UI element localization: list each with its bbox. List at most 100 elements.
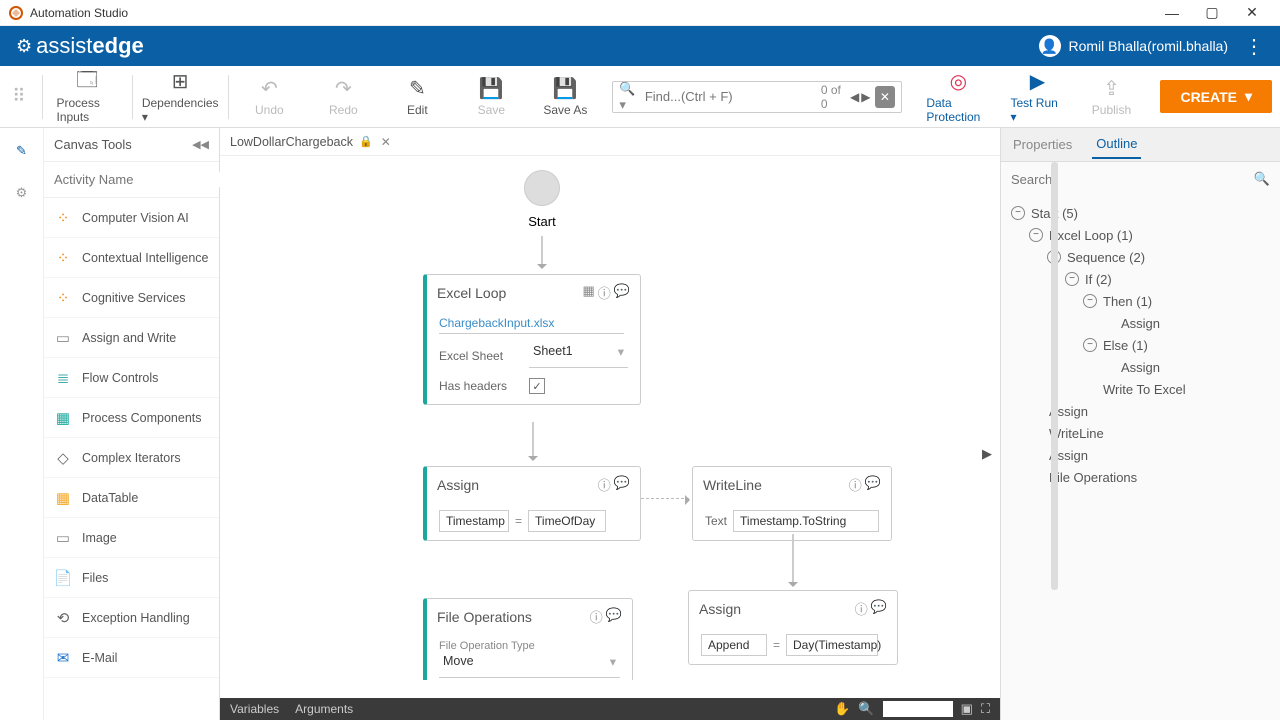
writeline-node[interactable]: WriteLine ⓘ💬 Text Timestamp.ToString [692, 466, 892, 541]
excel-file-link[interactable]: ChargebackInput.xlsx [439, 316, 624, 334]
comment-icon[interactable]: 💬 [614, 475, 630, 494]
apps-grid-icon[interactable]: ⠿ [8, 86, 30, 107]
info-icon[interactable]: ⓘ [598, 283, 611, 302]
pan-icon[interactable]: ✋ [834, 701, 850, 717]
fit-icon[interactable]: ▣ [961, 701, 973, 717]
canvas-tool-item[interactable]: ⁘Computer Vision AI [44, 198, 219, 238]
activity-search-input[interactable] [54, 172, 230, 187]
tree-collapse-icon[interactable]: − [1083, 294, 1097, 308]
minimize-button[interactable]: — [1152, 0, 1192, 26]
canvas-tool-item[interactable]: ✉E-Mail [44, 638, 219, 678]
zoom-input[interactable] [883, 701, 953, 717]
publish-button[interactable]: ⇪ Publish [1076, 73, 1146, 121]
excel-loop-node[interactable]: Excel Loop ▦ⓘ💬 ChargebackInput.xlsx Exce… [423, 274, 641, 405]
comment-icon[interactable]: 💬 [865, 475, 881, 494]
fileop-type-select[interactable]: Move▾ [439, 654, 620, 678]
save-button[interactable]: 💾 Save [456, 73, 526, 121]
undo-button[interactable]: ↶ Undo [234, 73, 304, 121]
save-as-button[interactable]: 💾 Save As [530, 73, 600, 121]
canvas-tool-item[interactable]: ⁘Contextual Intelligence [44, 238, 219, 278]
info-icon[interactable]: ⓘ [849, 475, 862, 494]
grid-icon[interactable]: ▦ [583, 283, 595, 302]
tree-row[interactable]: −Else (1) [1005, 334, 1276, 356]
tree-row[interactable]: Write To Excel [1005, 378, 1276, 400]
assign2-right-field[interactable]: Day(Timestamp) [786, 634, 878, 656]
scrollbar[interactable] [1051, 162, 1058, 590]
tree-row[interactable]: Assign [1005, 400, 1276, 422]
assign2-left-field[interactable]: Append [701, 634, 767, 656]
assign-left-field[interactable]: Timestamp [439, 510, 509, 532]
canvas-tool-item[interactable]: ▭Assign and Write [44, 318, 219, 358]
start-node[interactable]: Start [510, 170, 574, 229]
test-run-button[interactable]: ▶ Test Run ▾ [1002, 66, 1072, 128]
kebab-menu-icon[interactable]: ⋮ [1244, 34, 1264, 59]
process-inputs-button[interactable]: 🗔 Process Inputs [48, 66, 126, 128]
arguments-tab[interactable]: Arguments [295, 702, 353, 716]
tree-row[interactable]: −Start (5) [1005, 202, 1276, 224]
search-next-icon[interactable]: ▶ [861, 90, 870, 104]
create-button[interactable]: CREATE▾ [1160, 80, 1272, 113]
tree-row[interactable]: WriteLine [1005, 422, 1276, 444]
maximize-button[interactable]: ▢ [1192, 0, 1232, 26]
search-close-icon[interactable]: ✕ [875, 86, 896, 108]
collapse-panel-icon[interactable]: ◀◀ [192, 138, 209, 151]
canvas-tool-item[interactable]: ▦DataTable [44, 478, 219, 518]
tab-outline[interactable]: Outline [1092, 130, 1141, 159]
rail-settings-icon[interactable]: ⚙ [9, 180, 35, 206]
canvas-tool-item[interactable]: ▭Image [44, 518, 219, 558]
file-operations-node[interactable]: File Operations ⓘ💬 File Operation Type M… [423, 598, 633, 680]
edit-button[interactable]: ✎ Edit [382, 73, 452, 121]
tool-label: Complex Iterators [82, 451, 181, 465]
tree-collapse-icon[interactable]: − [1029, 228, 1043, 242]
rail-edit-icon[interactable]: ✎ [9, 138, 35, 164]
workflow-tab[interactable]: LowDollarChargeback 🔒 ✕ [230, 135, 391, 149]
dependencies-button[interactable]: ⊞ Dependencies ▾ [139, 66, 222, 128]
data-protection-button[interactable]: ◎ Data Protection [918, 66, 998, 128]
canvas-tool-item[interactable]: ⁘Cognitive Services [44, 278, 219, 318]
tree-row[interactable]: File Operations [1005, 466, 1276, 488]
tab-close-icon[interactable]: ✕ [381, 135, 391, 149]
tree-row[interactable]: −Excel Loop (1) [1005, 224, 1276, 246]
info-icon[interactable]: ⓘ [590, 607, 603, 626]
expand-panel-icon[interactable]: ▶ [982, 446, 992, 462]
canvas[interactable]: Start Excel Loop ▦ⓘ💬 ChargebackInput.xls… [220, 156, 1000, 720]
find-box[interactable]: 🔍▾ 0 of 0 ◀ ▶ ✕ [612, 81, 902, 113]
canvas-tool-item[interactable]: ⟲Exception Handling [44, 598, 219, 638]
comment-icon[interactable]: 💬 [614, 283, 630, 302]
redo-button[interactable]: ↷ Redo [308, 73, 378, 121]
assign-node-1[interactable]: Assign ⓘ💬 Timestamp = TimeOfDay [423, 466, 641, 541]
tree-collapse-icon[interactable]: − [1083, 338, 1097, 352]
tree-row[interactable]: −Sequence (2) [1005, 246, 1276, 268]
canvas-tool-item[interactable]: ≣Flow Controls [44, 358, 219, 398]
has-headers-checkbox[interactable]: ✓ [529, 378, 545, 394]
canvas-tool-item[interactable]: ▦Process Components [44, 398, 219, 438]
sheet-select[interactable]: Sheet1 ▾ [529, 344, 628, 368]
assign-node-2[interactable]: Assign ⓘ💬 Append = Day(Timestamp) [688, 590, 898, 665]
tree-row[interactable]: Assign [1005, 312, 1276, 334]
search-prev-icon[interactable]: ◀ [850, 90, 859, 104]
info-icon[interactable]: ⓘ [855, 599, 868, 618]
tree-collapse-icon[interactable]: − [1065, 272, 1079, 286]
tree-row[interactable]: Assign [1005, 356, 1276, 378]
user-info[interactable]: 👤 Romil Bhalla(romil.bhalla) [1039, 35, 1229, 57]
fullscreen-icon[interactable]: ⛶ [981, 701, 990, 717]
close-window-button[interactable]: ✕ [1232, 0, 1272, 26]
assign-right-field[interactable]: TimeOfDay [528, 510, 606, 532]
tool-label: Exception Handling [82, 611, 190, 625]
tree-collapse-icon[interactable]: − [1011, 206, 1025, 220]
canvas-tool-item[interactable]: ◇Complex Iterators [44, 438, 219, 478]
outline-search-input[interactable] [1011, 172, 1254, 187]
tab-properties[interactable]: Properties [1009, 131, 1076, 158]
info-icon[interactable]: ⓘ [598, 475, 611, 494]
find-input[interactable] [645, 89, 821, 104]
tree-row[interactable]: −Then (1) [1005, 290, 1276, 312]
comment-icon[interactable]: 💬 [606, 607, 622, 626]
writeline-text-field[interactable]: Timestamp.ToString [733, 510, 879, 532]
zoom-icon[interactable]: 🔍 [858, 701, 874, 717]
variables-tab[interactable]: Variables [230, 702, 279, 716]
canvas-tool-item[interactable]: 📄Files [44, 558, 219, 598]
tool-icon: ▦ [54, 489, 72, 507]
tree-row[interactable]: Assign [1005, 444, 1276, 466]
comment-icon[interactable]: 💬 [871, 599, 887, 618]
tree-row[interactable]: −If (2) [1005, 268, 1276, 290]
